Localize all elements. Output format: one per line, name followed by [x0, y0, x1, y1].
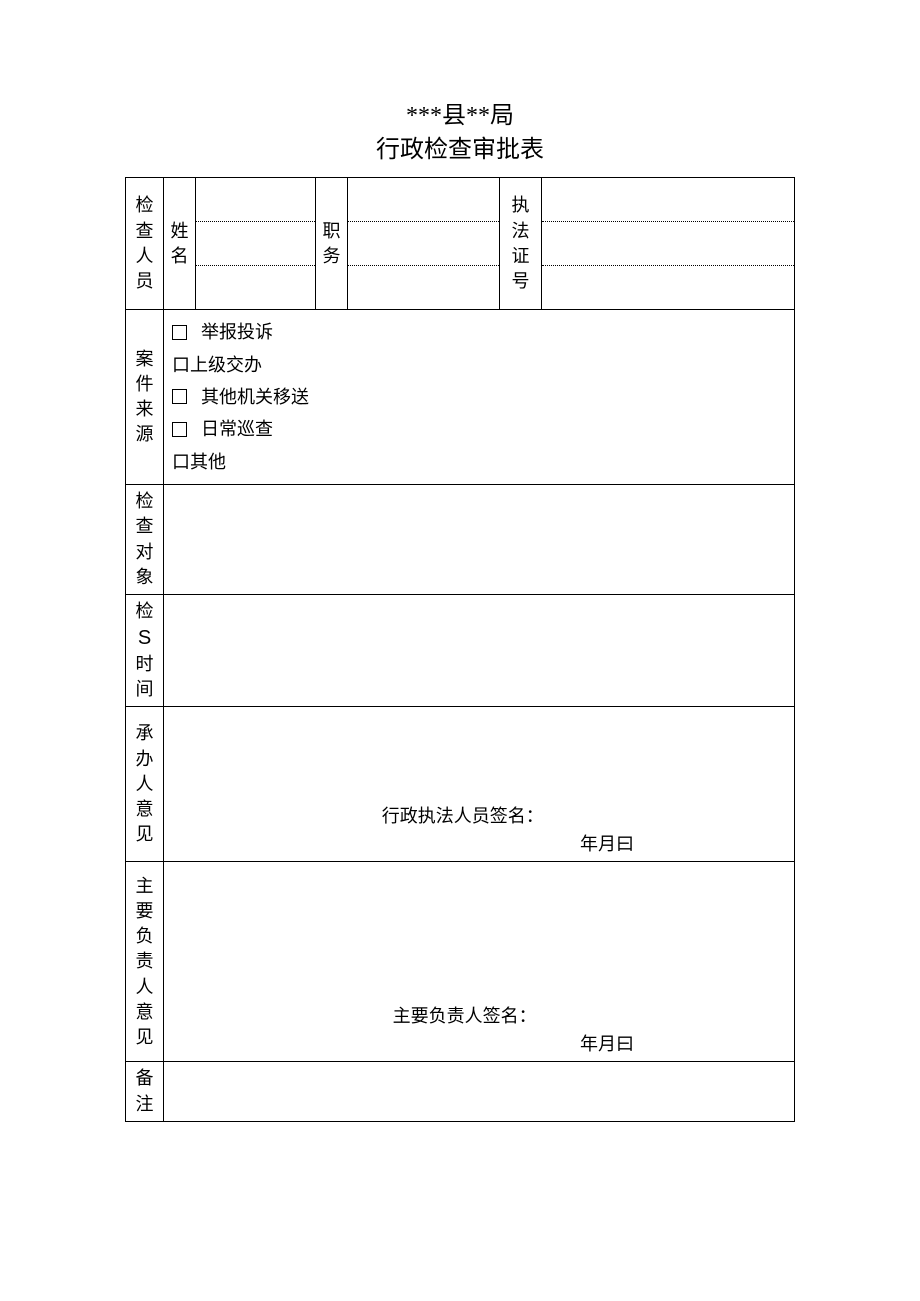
remarks-field[interactable] — [164, 1062, 795, 1121]
target-field[interactable] — [164, 485, 795, 595]
source-opt-other[interactable]: 口其他 — [172, 446, 786, 478]
duty-field-3[interactable] — [348, 266, 500, 310]
label-cert: 执法证号 — [500, 178, 542, 310]
label-time: 检 S时 间 — [126, 594, 164, 707]
checkbox-icon[interactable] — [172, 389, 187, 404]
label-remarks: 备注 — [126, 1062, 164, 1121]
checkbox-icon[interactable] — [172, 422, 187, 437]
org-title: ***县**局 — [125, 100, 795, 134]
label-target: 检查对象 — [126, 485, 164, 595]
duty-field-2[interactable] — [348, 222, 500, 266]
form-title: 行政检查审批表 — [125, 134, 795, 168]
source-opt-superior[interactable]: 口上级交办 — [172, 349, 786, 381]
label-inspector: 检查人员 — [126, 178, 164, 310]
source-opt-complaint[interactable]: 举报投诉 — [172, 316, 786, 348]
duty-field-1[interactable] — [348, 178, 500, 222]
source-options: 举报投诉 口上级交办 其他机关移送 日常巡查 口其他 — [164, 310, 795, 485]
label-handler-opinion: 承办人意见 — [126, 707, 164, 862]
handler-opinion-field[interactable]: 行政执法人员签名： 年月曰 — [164, 707, 795, 862]
handler-signature-label: 行政执法人员签名： — [382, 804, 544, 829]
source-opt-transfer[interactable]: 其他机关移送 — [172, 381, 786, 413]
name-field-3[interactable] — [196, 266, 316, 310]
page-header: ***县**局 行政检查审批表 — [125, 100, 795, 167]
s-letter: S — [136, 624, 154, 652]
source-opt-patrol[interactable]: 日常巡查 — [172, 413, 786, 445]
cert-field-1[interactable] — [542, 178, 795, 222]
label-principal-opinion: 主要负责人意见 — [126, 862, 164, 1062]
principal-signature-label: 主要负责人签名： — [393, 1004, 537, 1029]
approval-table: 检查人员 姓名 职务 执法证号 案件来源 举报投诉 口上级交办 其他机关移送 — [125, 177, 795, 1122]
cert-field-3[interactable] — [542, 266, 795, 310]
label-duty: 职务 — [316, 178, 348, 310]
principal-date-label: 年月曰 — [580, 1032, 634, 1057]
name-field-1[interactable] — [196, 178, 316, 222]
checkbox-icon[interactable] — [172, 325, 187, 340]
principal-opinion-field[interactable]: 主要负责人签名： 年月曰 — [164, 862, 795, 1062]
label-name: 姓名 — [164, 178, 196, 310]
cert-field-2[interactable] — [542, 222, 795, 266]
label-source: 案件来源 — [126, 310, 164, 485]
name-field-2[interactable] — [196, 222, 316, 266]
time-field[interactable] — [164, 594, 795, 707]
handler-date-label: 年月曰 — [580, 832, 634, 857]
